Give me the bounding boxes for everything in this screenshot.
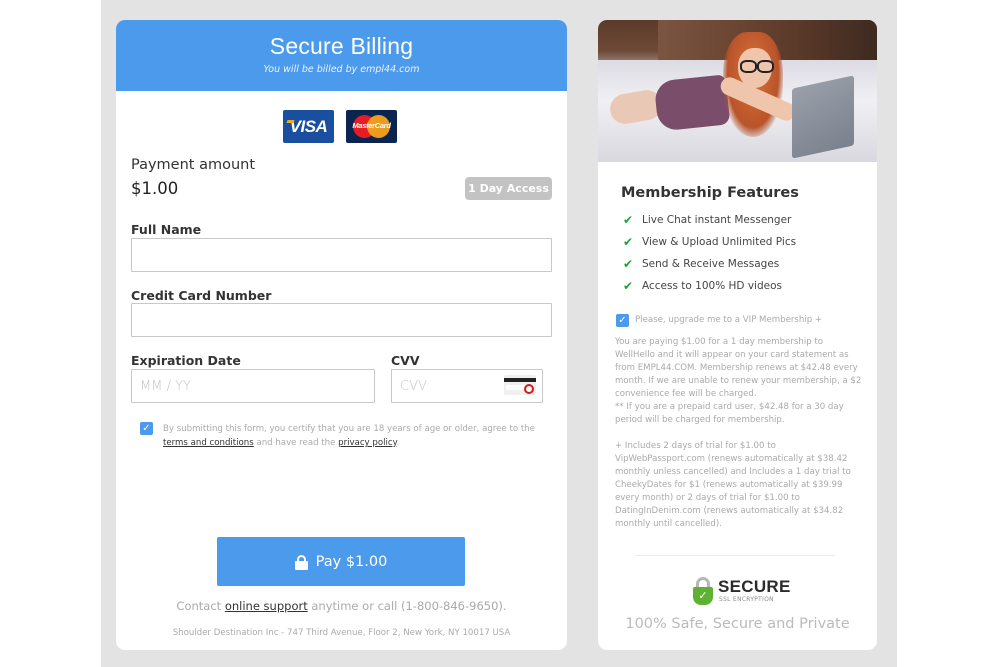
payment-amount-label: Payment amount bbox=[131, 157, 256, 173]
full-name-input[interactable] bbox=[131, 238, 552, 272]
billing-card: Secure Billing You will be billed by emp… bbox=[116, 20, 567, 650]
card-number-input[interactable] bbox=[131, 303, 552, 337]
company-address: Shoulder Destination Inc - 747 Third Ave… bbox=[172, 628, 511, 638]
feature-label: View & Upload Unlimited Pics bbox=[642, 236, 797, 248]
payment-amount-value: $1.00 bbox=[131, 179, 179, 198]
disclaimer-prepaid: ** If you are a prepaid card user, $42.4… bbox=[615, 402, 844, 425]
card-number-label: Credit Card Number bbox=[131, 288, 272, 303]
membership-card: Membership Features ✔ Live Chat instant M… bbox=[598, 20, 877, 650]
billing-subtitle: You will be billed by empl44.com bbox=[263, 64, 420, 75]
lock-icon bbox=[294, 554, 308, 570]
expiration-date-label: Expiration Date bbox=[131, 353, 241, 368]
online-support-link[interactable]: online support bbox=[225, 599, 308, 613]
feature-label: Live Chat instant Messenger bbox=[642, 214, 792, 226]
vip-upgrade-label: Please, upgrade me to a VIP Membership + bbox=[635, 315, 823, 325]
membership-disclaimer: You are paying $1.00 for a 1 day members… bbox=[615, 336, 865, 531]
full-name-label: Full Name bbox=[131, 222, 202, 237]
consent-text-middle: and have read the bbox=[253, 438, 339, 448]
safe-secure-private-text: 100% Safe, Secure and Private bbox=[625, 616, 850, 632]
feature-item: ✔ Send & Receive Messages bbox=[623, 253, 796, 275]
disclaimer-renewal: You are paying $1.00 for a 1 day members… bbox=[615, 337, 862, 399]
vip-upgrade-checkbox[interactable]: ✓ bbox=[616, 314, 629, 327]
mastercard-logo-icon: MasterCard bbox=[346, 110, 397, 143]
cvv-card-icon bbox=[504, 375, 536, 395]
pay-button-label: Pay $1.00 bbox=[315, 553, 388, 570]
visa-logo-text: VISA bbox=[289, 116, 328, 136]
terms-consent-text: By submitting this form, you certify tha… bbox=[163, 422, 540, 450]
billing-title: Secure Billing bbox=[269, 33, 414, 59]
contact-suffix: anytime or call (1-800-846-9650). bbox=[307, 599, 507, 613]
checkmark-icon: ✔ bbox=[623, 257, 634, 271]
feature-item: ✔ View & Upload Unlimited Pics bbox=[623, 231, 796, 253]
consent-text-before: By submitting this form, you certify tha… bbox=[163, 424, 535, 434]
card-magnetic-stripe bbox=[504, 378, 536, 382]
consent-text-after: . bbox=[396, 438, 400, 448]
access-badge: 1 Day Access bbox=[465, 177, 552, 200]
feature-label: Send & Receive Messages bbox=[642, 258, 780, 270]
terms-and-conditions-link[interactable]: terms and conditions bbox=[163, 438, 254, 448]
membership-features-list: ✔ Live Chat instant Messenger ✔ View & Upl… bbox=[623, 209, 796, 297]
disclaimer-trials: + Includes 2 days of trial for $1.00 to … bbox=[615, 441, 851, 529]
contact-support-text: Contact online support anytime or call (… bbox=[116, 599, 567, 613]
checkmark-icon: ✔ bbox=[623, 279, 634, 293]
expiration-date-input[interactable] bbox=[131, 369, 375, 403]
ssl-badge: ✓ SECURE SSL ENCRYPTION bbox=[693, 575, 793, 607]
card-logos: VISA MasterCard bbox=[283, 110, 397, 143]
cvv-label: CVV bbox=[391, 353, 420, 368]
feature-item: ✔ Live Chat instant Messenger bbox=[623, 209, 796, 231]
cvv-highlight-circle bbox=[524, 384, 534, 394]
divider bbox=[635, 555, 835, 556]
hero-photo bbox=[598, 20, 877, 162]
ssl-badge-subtitle: SSL ENCRYPTION bbox=[719, 597, 774, 603]
feature-item: ✔ Access to 100% HD videos bbox=[623, 275, 796, 297]
terms-checkbox[interactable]: ✓ bbox=[140, 422, 153, 435]
checkmark-icon: ✔ bbox=[623, 235, 634, 249]
visa-logo-icon: VISA bbox=[283, 110, 334, 143]
card-signature-strip bbox=[506, 385, 526, 390]
pay-button[interactable]: Pay $1.00 bbox=[217, 537, 465, 586]
membership-features-title: Membership Features bbox=[621, 185, 799, 201]
ssl-badge-title: SECURE bbox=[718, 577, 791, 596]
ssl-lock-icon: ✓ bbox=[693, 577, 713, 605]
feature-label: Access to 100% HD videos bbox=[642, 280, 782, 292]
checkmark-icon: ✔ bbox=[623, 213, 634, 227]
mastercard-logo-text: MasterCard bbox=[352, 121, 391, 130]
billing-header: Secure Billing You will be billed by emp… bbox=[116, 20, 567, 91]
contact-prefix: Contact bbox=[176, 599, 225, 613]
privacy-policy-link[interactable]: privacy policy bbox=[338, 438, 396, 448]
